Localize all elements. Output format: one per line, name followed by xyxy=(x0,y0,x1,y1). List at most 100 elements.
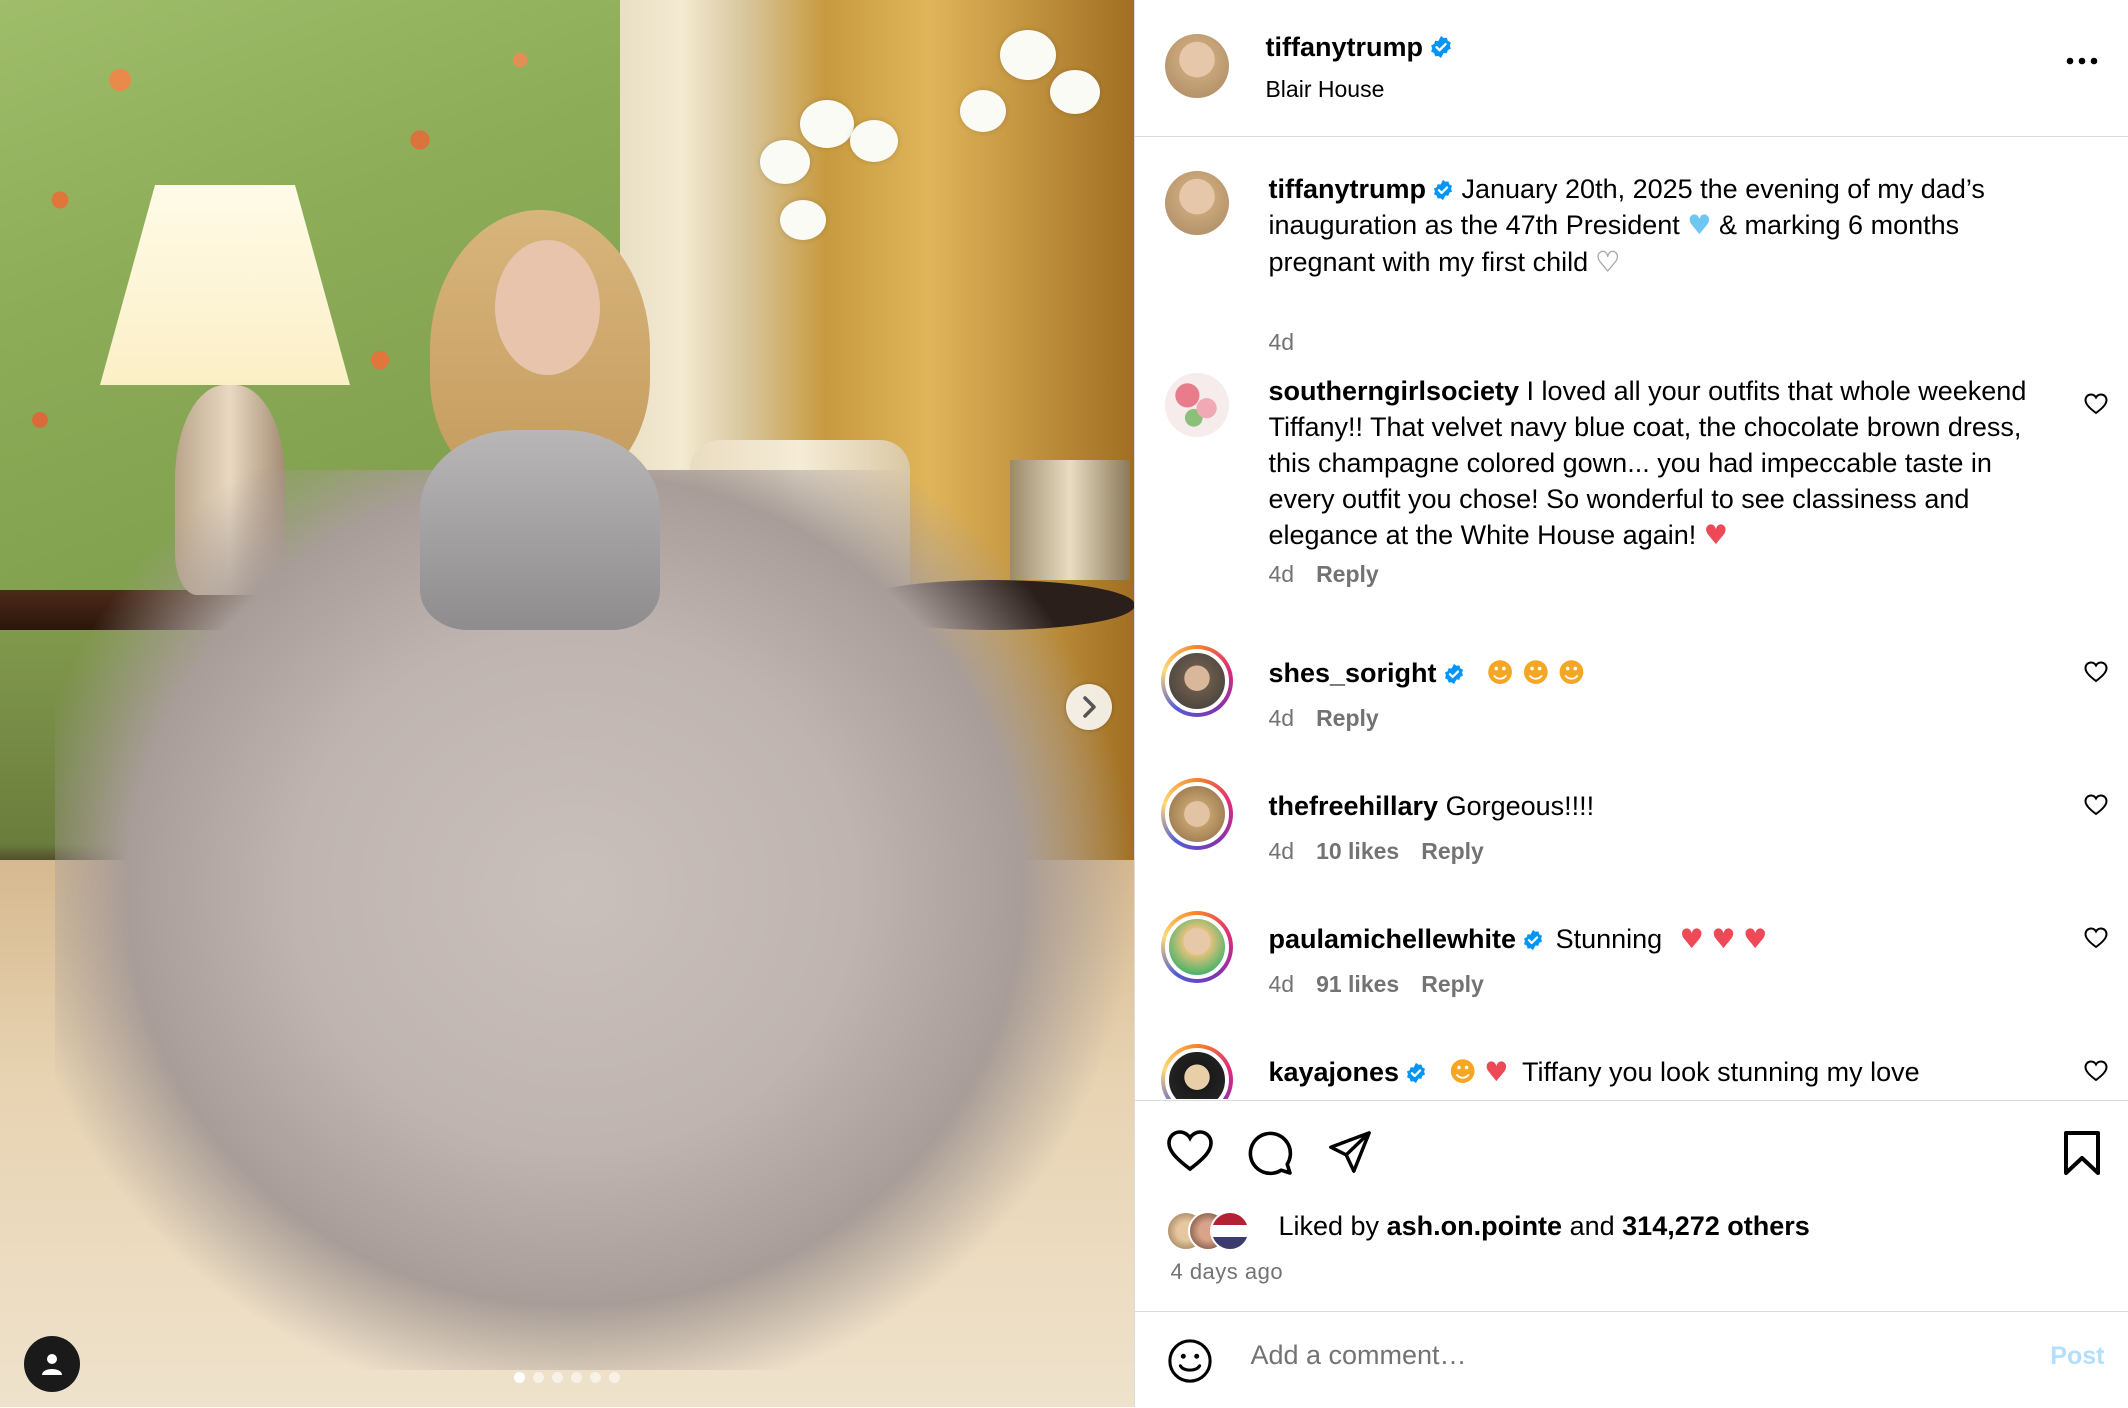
comment-input[interactable]: Add a comment… xyxy=(1250,1340,1466,1371)
comment-text: paulamichellewhite Stunning ♥ ♥ ♥ xyxy=(1268,924,1768,955)
comment-username[interactable]: paulamichellewhite xyxy=(1268,924,1516,954)
orchid-flower xyxy=(1000,30,1056,80)
post-dialog: tiffanytrump Blair House tiffanytrump Ja… xyxy=(0,0,2128,1407)
comment-text: shes_soright ☻ ☻ ☻ xyxy=(1268,655,2058,692)
post-caption: tiffanytrump January 20th, 2025 the even… xyxy=(1135,171,2128,355)
orchid-flower xyxy=(960,90,1006,132)
slide-dot xyxy=(533,1372,545,1383)
slide-indicator xyxy=(0,1372,1134,1383)
liker-avatar[interactable] xyxy=(1210,1211,1251,1251)
orchid-flower xyxy=(760,140,810,184)
story-ring[interactable] xyxy=(1161,1044,1234,1099)
blue-heart-icon: ♥ xyxy=(1687,210,1712,241)
heart-eyes-emoji-icon: ☻ xyxy=(1557,658,1586,689)
comment-username[interactable]: southerngirlsociety xyxy=(1268,376,1519,406)
story-ring[interactable] xyxy=(1161,645,1234,717)
likes-summary: Liked by ash.on.pointe and 314,272 other… xyxy=(1278,1211,1810,1241)
comment-age[interactable]: 4d xyxy=(1268,561,1294,587)
white-heart-icon: ♥ xyxy=(1595,246,1621,278)
bodice xyxy=(420,430,660,630)
tagged-users-button[interactable] xyxy=(24,1336,80,1392)
orchid-flower xyxy=(780,200,826,240)
comment-meta: 4d Reply xyxy=(1268,705,1400,732)
share-icon[interactable] xyxy=(1327,1129,1373,1175)
like-comment-icon[interactable] xyxy=(2084,927,2108,949)
comment-text: kayajones ☻ ♥ Tiffany you look stunning … xyxy=(1268,1057,1920,1088)
author-username[interactable]: tiffanytrump xyxy=(1265,32,1453,63)
like-comment-icon[interactable] xyxy=(2084,794,2108,816)
red-heart-icon: ♥ xyxy=(1743,924,1768,955)
face xyxy=(495,240,600,375)
liker-username[interactable]: ash.on.pointe xyxy=(1387,1211,1563,1241)
like-comment-icon[interactable] xyxy=(2084,661,2108,683)
comment-age[interactable]: 4d xyxy=(1268,971,1294,997)
bookmark-icon[interactable] xyxy=(2062,1129,2102,1177)
comment-age[interactable]: 4d xyxy=(1268,705,1294,731)
comment-item: southerngirlsociety I loved all your out… xyxy=(1135,373,2128,587)
caption-age[interactable]: 4d xyxy=(1268,329,1294,355)
comment-username[interactable]: shes_soright xyxy=(1268,658,1436,688)
reply-button[interactable]: Reply xyxy=(1316,705,1379,731)
comment-meta: 4d 10 likes Reply xyxy=(1268,838,1505,865)
comment-username[interactable]: thefreehillary xyxy=(1268,791,1438,821)
verified-badge-icon xyxy=(1444,663,1463,685)
comment-item: thefreehillary Gorgeous!!!! 4d 10 likes Re… xyxy=(1135,778,2128,870)
caption-text: tiffanytrump January 20th, 2025 the even… xyxy=(1268,174,1985,279)
verified-badge-icon xyxy=(1407,1062,1426,1084)
like-comment-icon[interactable] xyxy=(2084,393,2108,415)
comment-meta: 4d Reply xyxy=(1268,561,1400,588)
red-heart-icon: ♥ xyxy=(1679,924,1704,955)
slide-dot xyxy=(514,1372,526,1383)
comment-item: shes_soright ☻ ☻ ☻ 4d Reply xyxy=(1135,645,2128,737)
comment-item: kayajones ☻ ♥ Tiffany you look stunning … xyxy=(1135,1044,2128,1099)
heart-eyes-emoji-icon: ☻ xyxy=(1486,658,1515,689)
heart-eyes-emoji-icon: ☻ xyxy=(1521,658,1550,689)
comment-text: thefreehillary Gorgeous!!!! xyxy=(1268,791,1595,821)
like-icon[interactable] xyxy=(1166,1129,1214,1173)
post-side-panel: tiffanytrump Blair House tiffanytrump Ja… xyxy=(1134,0,2128,1407)
comments-list[interactable]: tiffanytrump January 20th, 2025 the even… xyxy=(1135,137,2128,1099)
like-comment-icon[interactable] xyxy=(2084,1060,2108,1082)
slide-dot xyxy=(571,1372,583,1383)
story-ring[interactable] xyxy=(1161,911,1234,983)
comment-likes[interactable]: 10 likes xyxy=(1316,838,1399,864)
avatar[interactable] xyxy=(1165,373,1230,437)
reply-button[interactable]: Reply xyxy=(1421,838,1484,864)
orchid-flower xyxy=(850,120,898,162)
heart-eyes-emoji-icon: ☻ xyxy=(1448,1057,1477,1088)
caption-meta: 4d xyxy=(1268,329,1316,356)
more-options-button[interactable] xyxy=(2066,44,2098,65)
post-location[interactable]: Blair House xyxy=(1265,76,1384,103)
post-actions: Liked by ash.on.pointe and 314,272 other… xyxy=(1135,1100,2128,1311)
verified-badge-icon xyxy=(1524,929,1543,951)
post-header: tiffanytrump Blair House xyxy=(1135,0,2128,137)
comment-text: southerngirlsociety I loved all your out… xyxy=(1268,376,2027,551)
reply-button[interactable]: Reply xyxy=(1316,561,1379,587)
comment-icon[interactable] xyxy=(1246,1129,1294,1177)
comment-item: paulamichellewhite Stunning ♥ ♥ ♥ 4d 91 l… xyxy=(1135,911,2128,1003)
slide-dot xyxy=(590,1372,602,1383)
avatar[interactable] xyxy=(1165,34,1230,98)
orchid-flower xyxy=(800,100,854,148)
caption-username[interactable]: tiffanytrump xyxy=(1268,174,1426,204)
slide-dot xyxy=(609,1372,621,1383)
comment-username[interactable]: kayajones xyxy=(1268,1057,1399,1087)
likes-count[interactable]: 314,272 others xyxy=(1622,1211,1810,1241)
emoji-icon[interactable] xyxy=(1167,1338,1213,1384)
comment-age[interactable]: 4d xyxy=(1268,838,1294,864)
next-slide-button[interactable] xyxy=(1066,684,1112,730)
story-ring[interactable] xyxy=(1161,778,1234,850)
more-horizontal-icon xyxy=(2066,57,2098,65)
verified-badge-icon xyxy=(1431,36,1451,58)
avatar[interactable] xyxy=(1165,171,1230,235)
reply-button[interactable]: Reply xyxy=(1421,971,1484,997)
post-comment-button[interactable]: Post xyxy=(2050,1342,2104,1371)
slide-dot xyxy=(552,1372,564,1383)
post-image[interactable] xyxy=(0,0,1135,1407)
chevron-right-icon xyxy=(1083,696,1096,718)
red-heart-icon: ♥ xyxy=(1484,1057,1509,1088)
orchid-flower xyxy=(1050,70,1100,114)
comment-likes[interactable]: 91 likes xyxy=(1316,971,1399,997)
post-timestamp[interactable]: 4 days ago xyxy=(1170,1259,1283,1285)
comment-meta: 4d 91 likes Reply xyxy=(1268,971,1505,998)
